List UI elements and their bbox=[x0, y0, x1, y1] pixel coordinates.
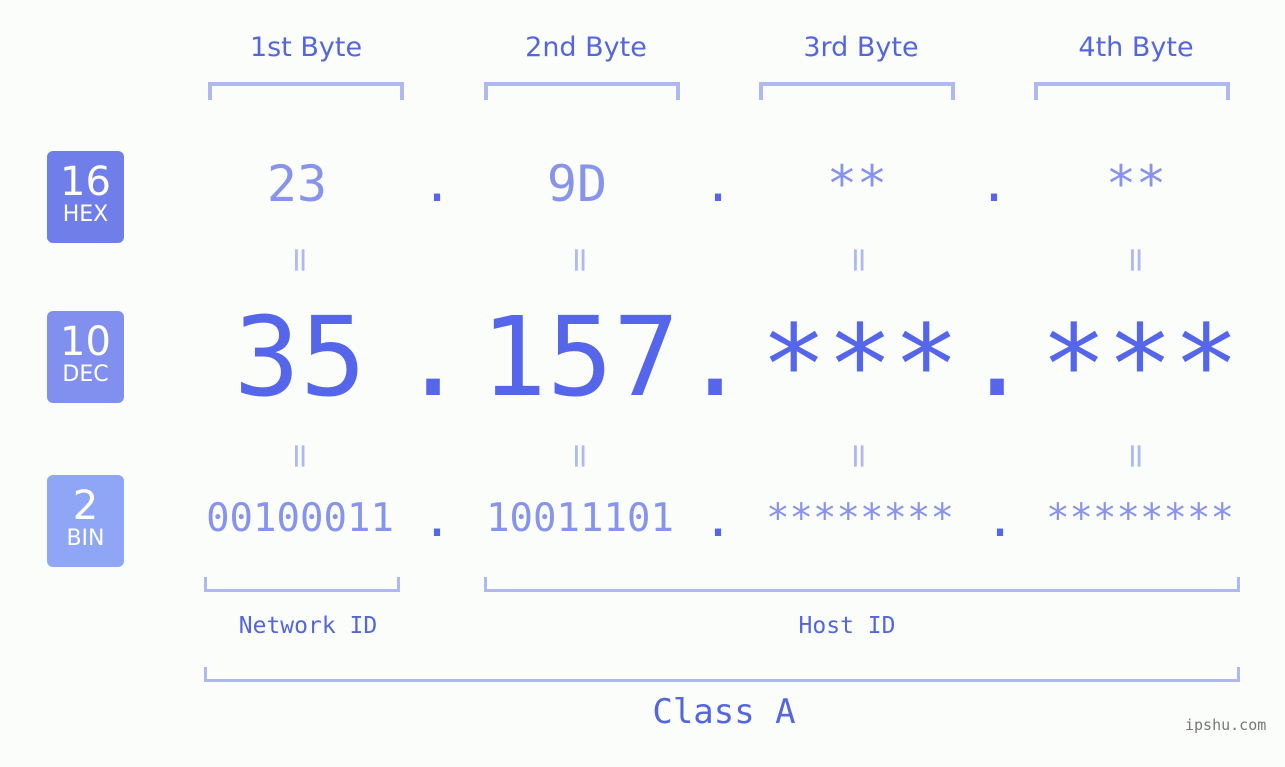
hex-byte-4: ** bbox=[1105, 155, 1167, 213]
dec-byte-4: *** bbox=[1040, 301, 1240, 429]
equals-icon: = bbox=[560, 441, 600, 471]
bin-byte-3: ******** bbox=[766, 496, 954, 541]
bin-dot-1: . bbox=[422, 490, 453, 548]
hex-byte-1: 23 bbox=[266, 155, 328, 213]
network-id-bracket bbox=[204, 577, 400, 592]
byte-bracket-2 bbox=[484, 82, 680, 100]
bin-dot-3: . bbox=[985, 490, 1016, 548]
bin-badge: 2 BIN bbox=[47, 475, 124, 567]
network-id-label: Network ID bbox=[238, 613, 378, 639]
dec-badge: 10 DEC bbox=[47, 311, 124, 403]
equals-icon: = bbox=[1116, 441, 1156, 471]
hex-dot-2: . bbox=[703, 155, 734, 213]
dec-base: 10 bbox=[60, 319, 111, 365]
bin-byte-4: ******** bbox=[1046, 496, 1234, 541]
dec-dot-1: . bbox=[400, 293, 467, 421]
equals-icon: = bbox=[280, 441, 320, 471]
class-label: Class A bbox=[652, 692, 796, 732]
hex-dot-1: . bbox=[422, 155, 453, 213]
byte-bracket-1 bbox=[208, 82, 404, 100]
bin-dot-2: . bbox=[703, 490, 734, 548]
dec-dot-2: . bbox=[682, 293, 749, 421]
equals-icon: = bbox=[280, 245, 320, 275]
host-id-bracket bbox=[484, 577, 1240, 592]
class-bracket bbox=[204, 667, 1240, 682]
dec-byte-2: 157 bbox=[480, 293, 680, 421]
byte-bracket-4 bbox=[1034, 82, 1230, 100]
equals-icon: = bbox=[839, 245, 879, 275]
bin-byte-2: 10011101 bbox=[486, 496, 674, 541]
hex-dot-3: . bbox=[979, 155, 1010, 213]
byte-label-3: 3rd Byte bbox=[803, 32, 919, 63]
hex-badge: 16 HEX bbox=[47, 151, 124, 243]
hex-base: 16 bbox=[60, 159, 111, 205]
bin-byte-1: 00100011 bbox=[206, 496, 394, 541]
host-id-label: Host ID bbox=[798, 613, 896, 639]
equals-icon: = bbox=[839, 441, 879, 471]
equals-icon: = bbox=[1116, 245, 1156, 275]
watermark: ipshu.com bbox=[1185, 716, 1267, 734]
bin-label: BIN bbox=[66, 526, 105, 551]
dec-dot-3: . bbox=[964, 293, 1031, 421]
hex-byte-2: 9D bbox=[546, 155, 608, 213]
byte-bracket-3 bbox=[759, 82, 955, 100]
byte-label-1: 1st Byte bbox=[249, 32, 363, 63]
bin-base: 2 bbox=[72, 483, 99, 529]
byte-label-4: 4th Byte bbox=[1078, 32, 1194, 63]
byte-label-2: 2nd Byte bbox=[525, 32, 647, 63]
dec-label: DEC bbox=[62, 362, 109, 387]
dec-byte-3: *** bbox=[760, 301, 960, 429]
equals-icon: = bbox=[560, 245, 600, 275]
hex-byte-3: ** bbox=[826, 155, 888, 213]
hex-label: HEX bbox=[62, 202, 109, 227]
dec-byte-1: 35 bbox=[233, 293, 367, 421]
